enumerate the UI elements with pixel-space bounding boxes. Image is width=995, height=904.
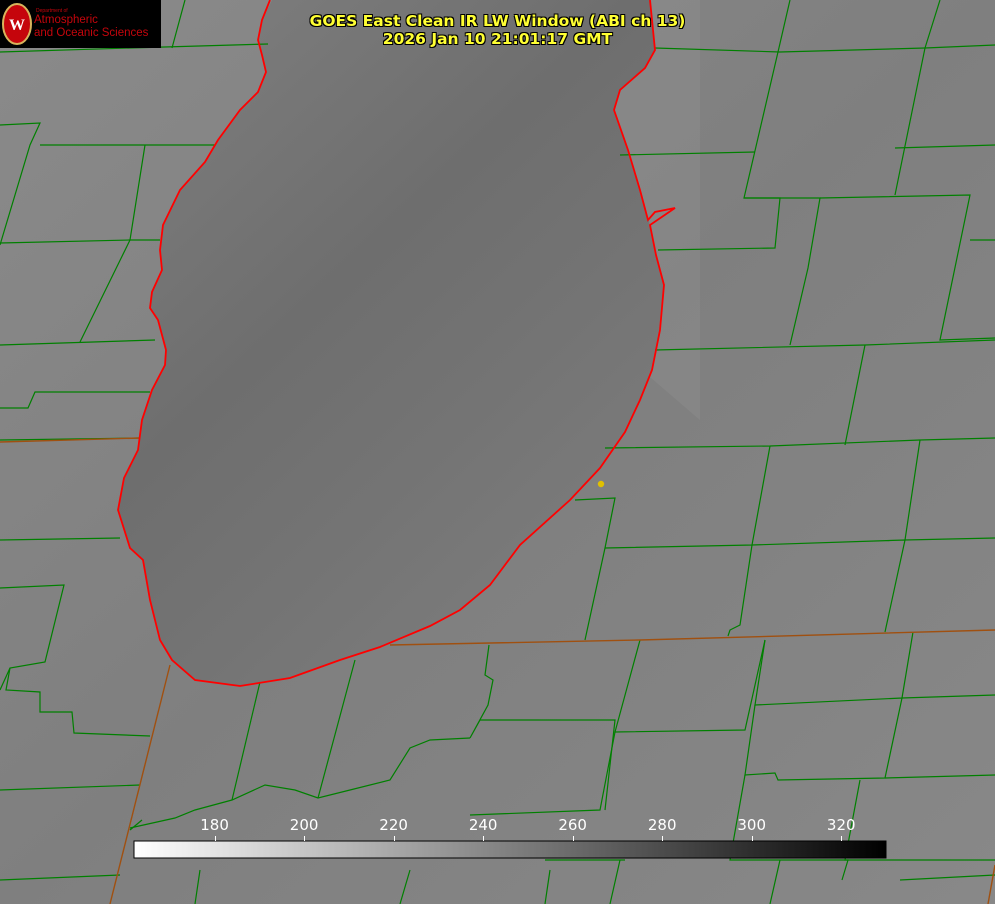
colorbar-tick-label: 180 bbox=[200, 816, 229, 834]
colorbar-tick-label: 260 bbox=[558, 816, 587, 834]
colorbar-tick-label: 300 bbox=[737, 816, 767, 834]
colorbar-tick-mark bbox=[662, 836, 664, 841]
image-title: GOES East Clean IR LW Window (ABI ch 13) bbox=[309, 12, 686, 30]
colorbar-tick-mark bbox=[572, 836, 574, 841]
colorbar-tick-mark bbox=[304, 836, 306, 841]
colorbar-tick-label: 320 bbox=[826, 816, 856, 834]
colorbar-tick-label: 220 bbox=[379, 816, 408, 834]
colorbar-tick-mark bbox=[214, 836, 216, 841]
station-marker bbox=[597, 480, 605, 488]
satellite-image: W Department of Atmospheric and Oceanic … bbox=[0, 0, 995, 904]
colorbar-tick-label: 200 bbox=[289, 816, 319, 834]
colorbar-tick-label: 240 bbox=[468, 816, 498, 834]
map-layer bbox=[0, 0, 995, 904]
colorbar-gradient bbox=[133, 840, 887, 859]
colorbar-tick-mark bbox=[483, 836, 485, 841]
image-timestamp: 2026 Jan 10 21:01:17 GMT bbox=[382, 30, 613, 48]
colorbar-tick-mark bbox=[393, 836, 395, 841]
colorbar-tick-mark bbox=[751, 836, 753, 841]
colorbar-tick-label: 280 bbox=[647, 816, 677, 834]
colorbar-tick-mark bbox=[841, 836, 843, 841]
